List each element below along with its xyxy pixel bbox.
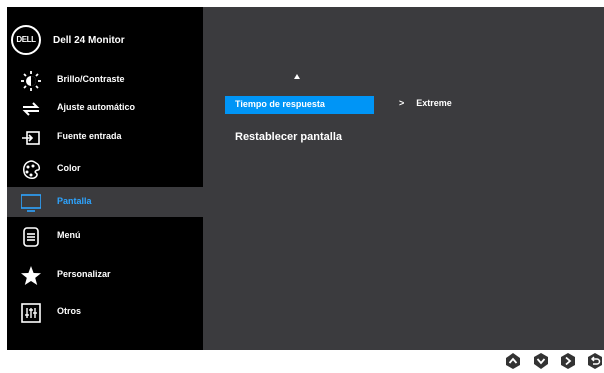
monitor-model: Dell 24 Monitor [53, 35, 125, 46]
menu-icon [23, 227, 39, 247]
display-icon [21, 194, 41, 212]
osd-nav-buttons: up-icon down-icon right-icon back-icon [505, 352, 604, 372]
scroll-up-icon [294, 74, 300, 79]
brightness-icon [21, 71, 41, 91]
menu-item-input-source[interactable]: Fuente entrada [7, 122, 203, 152]
menu-item-label: Brillo/Contraste [57, 74, 125, 84]
menu-item-label: Pantalla [57, 196, 92, 206]
menu-item-display[interactable]: Pantalla [7, 187, 203, 217]
auto-adjust-icon [22, 102, 40, 116]
others-icon [21, 303, 41, 323]
dell-logo: DELL [11, 25, 41, 55]
response-time-setting: Extreme [416, 98, 452, 108]
up-button[interactable]: up-icon [505, 352, 521, 370]
star-icon [21, 266, 41, 285]
menu-item-personalize[interactable]: Personalizar [7, 260, 203, 290]
value-separator: > [399, 98, 405, 108]
menu-item-brightness[interactable]: Brillo/Contraste [7, 65, 203, 95]
response-time-value[interactable]: > Extreme [399, 98, 452, 108]
next-button[interactable]: right-icon [560, 352, 576, 370]
reset-display-label: Restablecer pantalla [235, 131, 342, 143]
menu-item-label: Otros [57, 306, 82, 316]
back-button[interactable]: back-icon [587, 352, 603, 370]
menu-item-label: Personalizar [57, 269, 111, 279]
menu-item-menu[interactable]: Menú [7, 221, 203, 251]
menu-item-color[interactable]: Color [7, 154, 203, 184]
response-time-label: Tiempo de respuesta [235, 99, 325, 109]
menu-item-label: Color [57, 163, 81, 173]
reset-display-item[interactable]: Restablecer pantalla [225, 130, 374, 148]
menu-item-label: Menú [57, 230, 81, 240]
response-time-item[interactable]: Tiempo de respuesta [225, 96, 374, 114]
display-settings-panel: Tiempo de respuesta > Extreme Restablecer… [203, 7, 604, 350]
down-button[interactable]: down-icon [533, 352, 549, 370]
menu-item-label: Ajuste automático [57, 102, 136, 112]
osd-brand: DELL Dell 24 Monitor [7, 21, 203, 61]
osd-sidebar: DELL Dell 24 Monitor Brillo/Contraste Aj… [7, 7, 203, 350]
menu-item-auto-adjust[interactable]: Ajuste automático [7, 93, 203, 123]
menu-item-others[interactable]: Otros [7, 297, 203, 327]
osd-window: DELL Dell 24 Monitor Brillo/Contraste Aj… [7, 7, 604, 350]
palette-icon [23, 160, 41, 179]
input-source-icon [22, 131, 40, 145]
menu-item-label: Fuente entrada [57, 131, 122, 141]
